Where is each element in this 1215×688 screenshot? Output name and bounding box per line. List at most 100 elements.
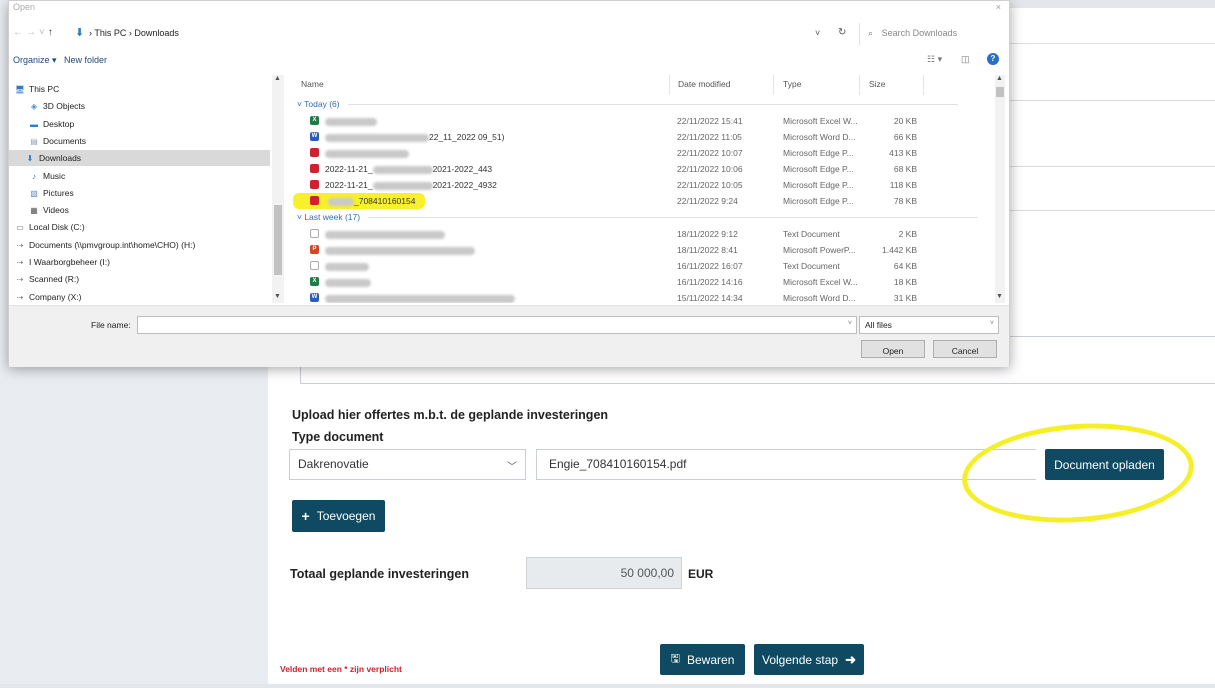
file-date: 22/11/2022 11:05 [677, 132, 742, 142]
file-row[interactable]: 22/11/2022 10:07 Microsoft Edge P... 413 K… [289, 145, 1003, 161]
file-group-header[interactable]: ˅ Last week (17) [297, 212, 979, 222]
file-name-text: 2022-11-21_ [325, 164, 373, 174]
total-currency: EUR [688, 567, 714, 581]
file-size: 413 KB [889, 148, 917, 158]
forward-arrow-icon[interactable]: → [26, 27, 39, 38]
nav-item[interactable]: ▦ Videos [13, 202, 270, 218]
dialog-title: Open [13, 2, 36, 12]
file-name-text: 2022-11-21_ [325, 180, 373, 190]
nav-item[interactable]: ▭ Local Disk (C:) [13, 219, 270, 235]
upload-heading: Upload hier offertes m.b.t. de geplande … [292, 408, 609, 422]
file-type-filter[interactable]: All files ˅ [859, 316, 999, 334]
type-document-label: Type document [292, 430, 384, 444]
column-header-date[interactable]: Date modified [678, 79, 730, 89]
back-arrow-icon[interactable]: ← [13, 27, 26, 38]
column-header-type[interactable]: Type [783, 79, 801, 89]
breadcrumb[interactable]: › This PC › Downloads [89, 28, 179, 38]
preview-pane-icon[interactable]: ◫ [961, 54, 970, 65]
nav-item-label: Local Disk (C:) [29, 222, 85, 233]
column-header-size[interactable]: Size [869, 79, 886, 89]
file-group-header[interactable]: ˅ Today (6) [297, 99, 958, 109]
chevron-down-icon[interactable]: ˅ [848, 320, 852, 327]
file-open-dialog: Open × ←→˅↑ ⬇ › This PC › Downloads ˅ ↻ … [8, 0, 1010, 367]
file-type: Microsoft Word D... [783, 293, 856, 303]
file-name [325, 293, 515, 303]
file-type-filter-value: All files [865, 320, 892, 330]
file-date: 18/11/2022 8:41 [677, 245, 738, 255]
type-document-value: Dakrenovatie [298, 457, 369, 471]
file-size: 31 KB [893, 293, 917, 303]
nav-item[interactable]: 🖥 This PC [13, 81, 270, 97]
file-date: 22/11/2022 10:05 [677, 180, 743, 190]
nav-item[interactable]: ⬇ Downloads [9, 150, 270, 167]
file-name-text: _708410160154 [354, 196, 416, 206]
file-row[interactable]: X 22/11/2022 15:41 Microsoft Excel W... 20 … [289, 113, 1003, 129]
file-type: Text Document [783, 229, 840, 239]
selected-file-field[interactable]: Engie_708410160154.pdf [536, 449, 1036, 480]
file-row[interactable]: 2022-11-21_ 2021-2022_4932 22/11/2022 10:0… [289, 177, 1003, 193]
file-type: Microsoft Excel W... [783, 277, 858, 287]
document-upload-button[interactable]: Document opladen [1045, 449, 1164, 480]
save-button[interactable]: 🖫 Bewaren [660, 644, 745, 675]
redacted-text [325, 246, 475, 255]
nav-item[interactable]: ⇢ Company (X:) [13, 289, 270, 303]
nav-item-label: Documents [43, 135, 86, 146]
navigation-scrollbar[interactable]: ▲ ▼ [272, 75, 284, 303]
column-header-name[interactable]: Name [301, 79, 324, 89]
file-size: 78 KB [893, 196, 917, 206]
file-row[interactable]: X 16/11/2022 14:16 Microsoft Excel W... 18 … [289, 274, 1003, 290]
nav-item[interactable]: ◈ 3D Objects [13, 98, 270, 114]
pdf-file-icon [310, 196, 319, 205]
up-arrow-icon[interactable]: ↑ [48, 27, 56, 38]
file-name: 22_11_2022 09_51) [325, 132, 504, 142]
file-date: 22/11/2022 10:06 [677, 164, 743, 174]
nav-item[interactable]: ⇢ I Waarborgbeheer (I:) [13, 254, 270, 270]
file-row[interactable]: _708410160154 22/11/2022 9:24 Microsoft Ed… [289, 193, 1003, 209]
file-row[interactable]: 2022-11-21_ 2021-2022_443 22/11/2022 10:06… [289, 161, 1003, 177]
nav-item[interactable]: ⇢ Scanned (R:) [13, 271, 270, 287]
scroll-down-icon[interactable]: ▼ [274, 293, 281, 300]
cancel-button[interactable]: Cancel [933, 340, 997, 358]
nav-item[interactable]: ⇢ Documents (\\pmvgroup.int\home\CHO) (H:… [13, 237, 270, 253]
scroll-up-icon[interactable]: ▲ [274, 75, 281, 82]
search-icon: ⌕ [868, 28, 874, 38]
type-document-select[interactable]: Dakrenovatie ﹀ [289, 449, 526, 480]
next-step-button[interactable]: Volgende stap ➜ [754, 644, 864, 675]
recent-chevron-icon[interactable]: ˅ [39, 27, 48, 38]
file-group-label: Last week (17) [304, 212, 361, 222]
file-name [325, 116, 377, 126]
scrollbar-thumb[interactable] [274, 205, 282, 275]
refresh-icon[interactable]: ↻ [838, 27, 846, 38]
open-button[interactable]: Open [861, 340, 925, 358]
file-row[interactable]: W 15/11/2022 14:34 Microsoft Word D... 31 K… [289, 290, 1003, 303]
close-icon[interactable]: × [996, 2, 1001, 12]
nav-item[interactable]: ♪ Music [13, 168, 270, 184]
navigation-arrows: ←→˅↑ [13, 27, 56, 38]
file-size: 2 KB [898, 229, 917, 239]
file-row[interactable]: 18/11/2022 9:12 Text Document 2 KB [289, 226, 1003, 242]
help-icon[interactable]: ? [987, 53, 999, 65]
dialog-titlebar: Open × [9, 1, 1009, 19]
network-drive-icon: ⇢ [16, 258, 24, 267]
redacted-text [372, 165, 433, 174]
add-button[interactable]: + Toevoegen [292, 500, 385, 532]
document-icon: ▤ [30, 136, 38, 146]
search-input[interactable]: ⌕ Search Downloads [859, 23, 1005, 45]
file-row[interactable]: 16/11/2022 16:07 Text Document 64 KB [289, 258, 1003, 274]
address-dropdown-icon[interactable]: ˅ [815, 28, 820, 38]
scroll-down-icon[interactable]: ▼ [996, 293, 1003, 300]
scrollbar-thumb[interactable] [996, 87, 1004, 97]
scroll-up-icon[interactable]: ▲ [996, 75, 1003, 82]
file-date: 16/11/2022 14:16 [677, 277, 743, 287]
nav-item[interactable]: ▬ Desktop [13, 116, 270, 132]
file-row[interactable]: W 22_11_2022 09_51) 22/11/2022 11:05 Micros… [289, 129, 1003, 145]
view-options-icon[interactable]: ☷ ▾ [927, 54, 942, 65]
organize-button[interactable]: Organize ▾ [13, 55, 57, 66]
new-folder-button[interactable]: New folder [64, 55, 107, 65]
file-name: 2022-11-21_ 2021-2022_443 [325, 164, 492, 174]
nav-item[interactable]: ▤ Documents [13, 133, 270, 149]
file-row[interactable]: P 18/11/2022 8:41 Microsoft PowerP... 1.442… [289, 242, 1003, 258]
file-list-scrollbar[interactable]: ▲ ▼ [995, 75, 1005, 303]
nav-item[interactable]: ▧ Pictures [13, 185, 270, 201]
file-name-input[interactable]: ˅ [137, 316, 857, 334]
